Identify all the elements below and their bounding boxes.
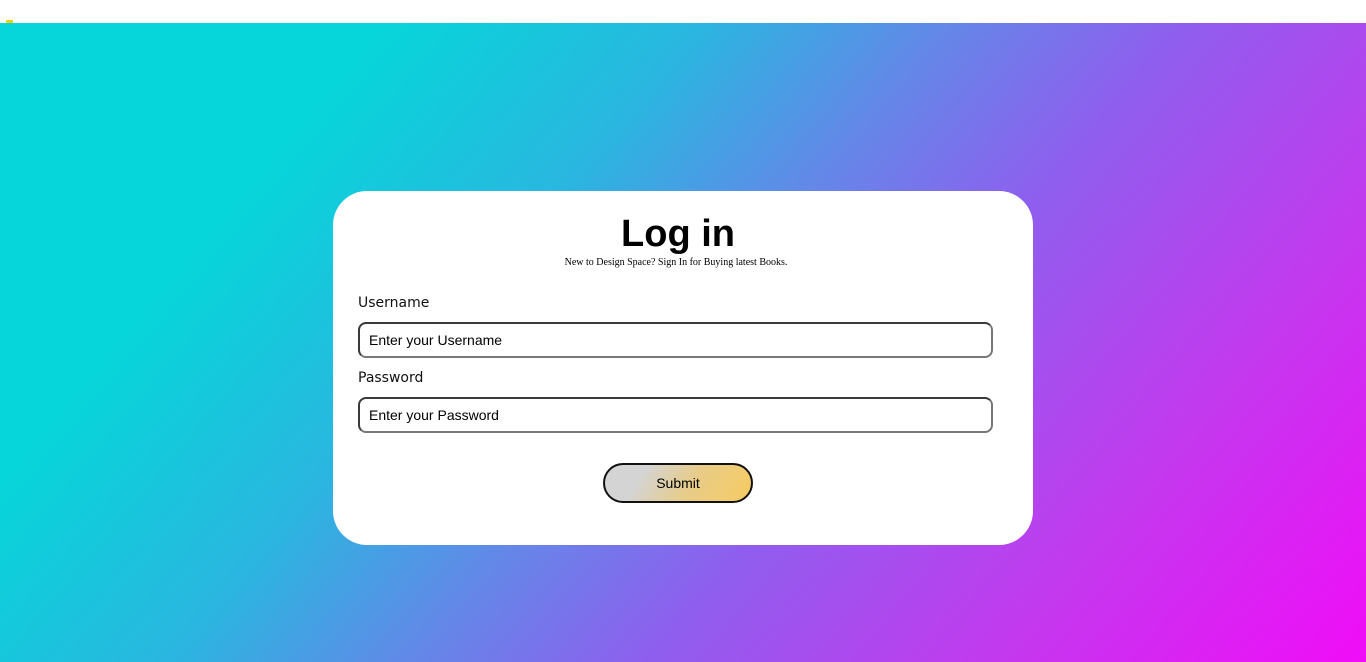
gradient-background: Log in New to Design Space? Sign In for …	[0, 23, 1366, 662]
password-label: Password	[358, 370, 424, 386]
submit-button[interactable]: Submit	[603, 463, 753, 503]
login-title: Log in	[621, 213, 735, 255]
password-input[interactable]	[358, 397, 993, 433]
username-input[interactable]	[358, 322, 993, 358]
username-label: Username	[358, 295, 430, 311]
top-bar	[0, 0, 1366, 23]
login-subtitle: New to Design Space? Sign In for Buying …	[564, 257, 788, 268]
login-card: Log in New to Design Space? Sign In for …	[333, 191, 1033, 545]
